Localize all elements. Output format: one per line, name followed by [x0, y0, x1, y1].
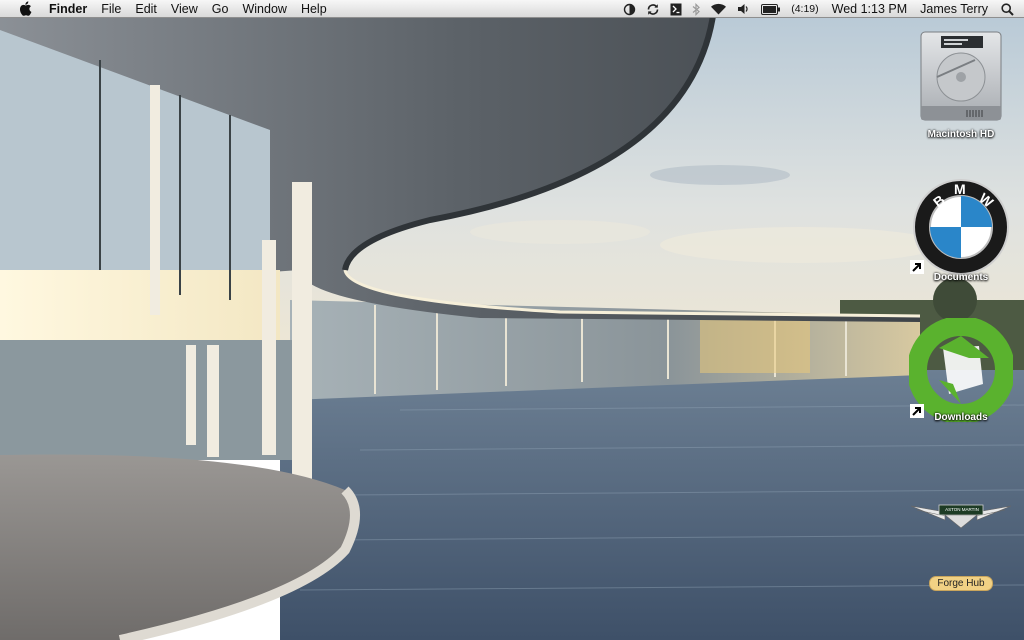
spotlight-icon[interactable] [1001, 0, 1014, 18]
bmw-logo-icon: B M W [913, 179, 1009, 275]
desktop-icon-label: Documents [933, 272, 989, 283]
user-menu[interactable]: James Terry [920, 0, 988, 18]
menu-bar: Finder File Edit View Go Window Help (4:… [0, 0, 1024, 18]
clock-status-icon[interactable] [623, 0, 636, 18]
sync-icon[interactable] [646, 0, 660, 18]
hard-drive-icon [920, 31, 1002, 121]
desktop-icon-downloads[interactable]: Downloads [905, 318, 1017, 423]
green-download-icon [909, 318, 1013, 422]
volume-icon[interactable] [737, 0, 751, 18]
svg-text:M: M [954, 181, 966, 197]
menu-help[interactable]: Help [294, 0, 334, 18]
menu-window[interactable]: Window [235, 0, 293, 18]
script-icon[interactable] [670, 0, 682, 18]
desktop-icon-label: Downloads [934, 412, 988, 423]
battery-time: (4:19) [791, 3, 819, 15]
menu-view[interactable]: View [164, 0, 205, 18]
menubar-clock[interactable]: Wed 1:13 PM [832, 0, 908, 18]
desktop-icon-forge-hub[interactable]: Forge Hub [905, 573, 1017, 591]
wifi-icon[interactable] [710, 0, 727, 18]
desktop-icon-aston-martin[interactable]: ASTON MARTIN [905, 500, 1017, 530]
menu-app-finder[interactable]: Finder [42, 0, 94, 18]
menu-edit[interactable]: Edit [128, 0, 164, 18]
apple-icon[interactable] [14, 0, 36, 18]
aston-martin-badge-text: ASTON MARTIN [945, 507, 979, 512]
forge-hub-label: Forge Hub [929, 576, 993, 591]
bluetooth-icon[interactable] [692, 0, 701, 18]
desktop-icon-label: Macintosh HD [927, 129, 995, 140]
menu-go[interactable]: Go [205, 0, 236, 18]
alias-arrow-icon [910, 404, 924, 418]
alias-arrow-icon [910, 260, 924, 274]
desktop-icon-macintosh-hd[interactable]: Macintosh HD [905, 30, 1017, 140]
desktop-icon-documents[interactable]: B M W Documents [905, 178, 1017, 283]
desktop-wallpaper [0, 0, 1024, 640]
battery-icon[interactable] [761, 0, 781, 18]
menu-file[interactable]: File [94, 0, 128, 18]
